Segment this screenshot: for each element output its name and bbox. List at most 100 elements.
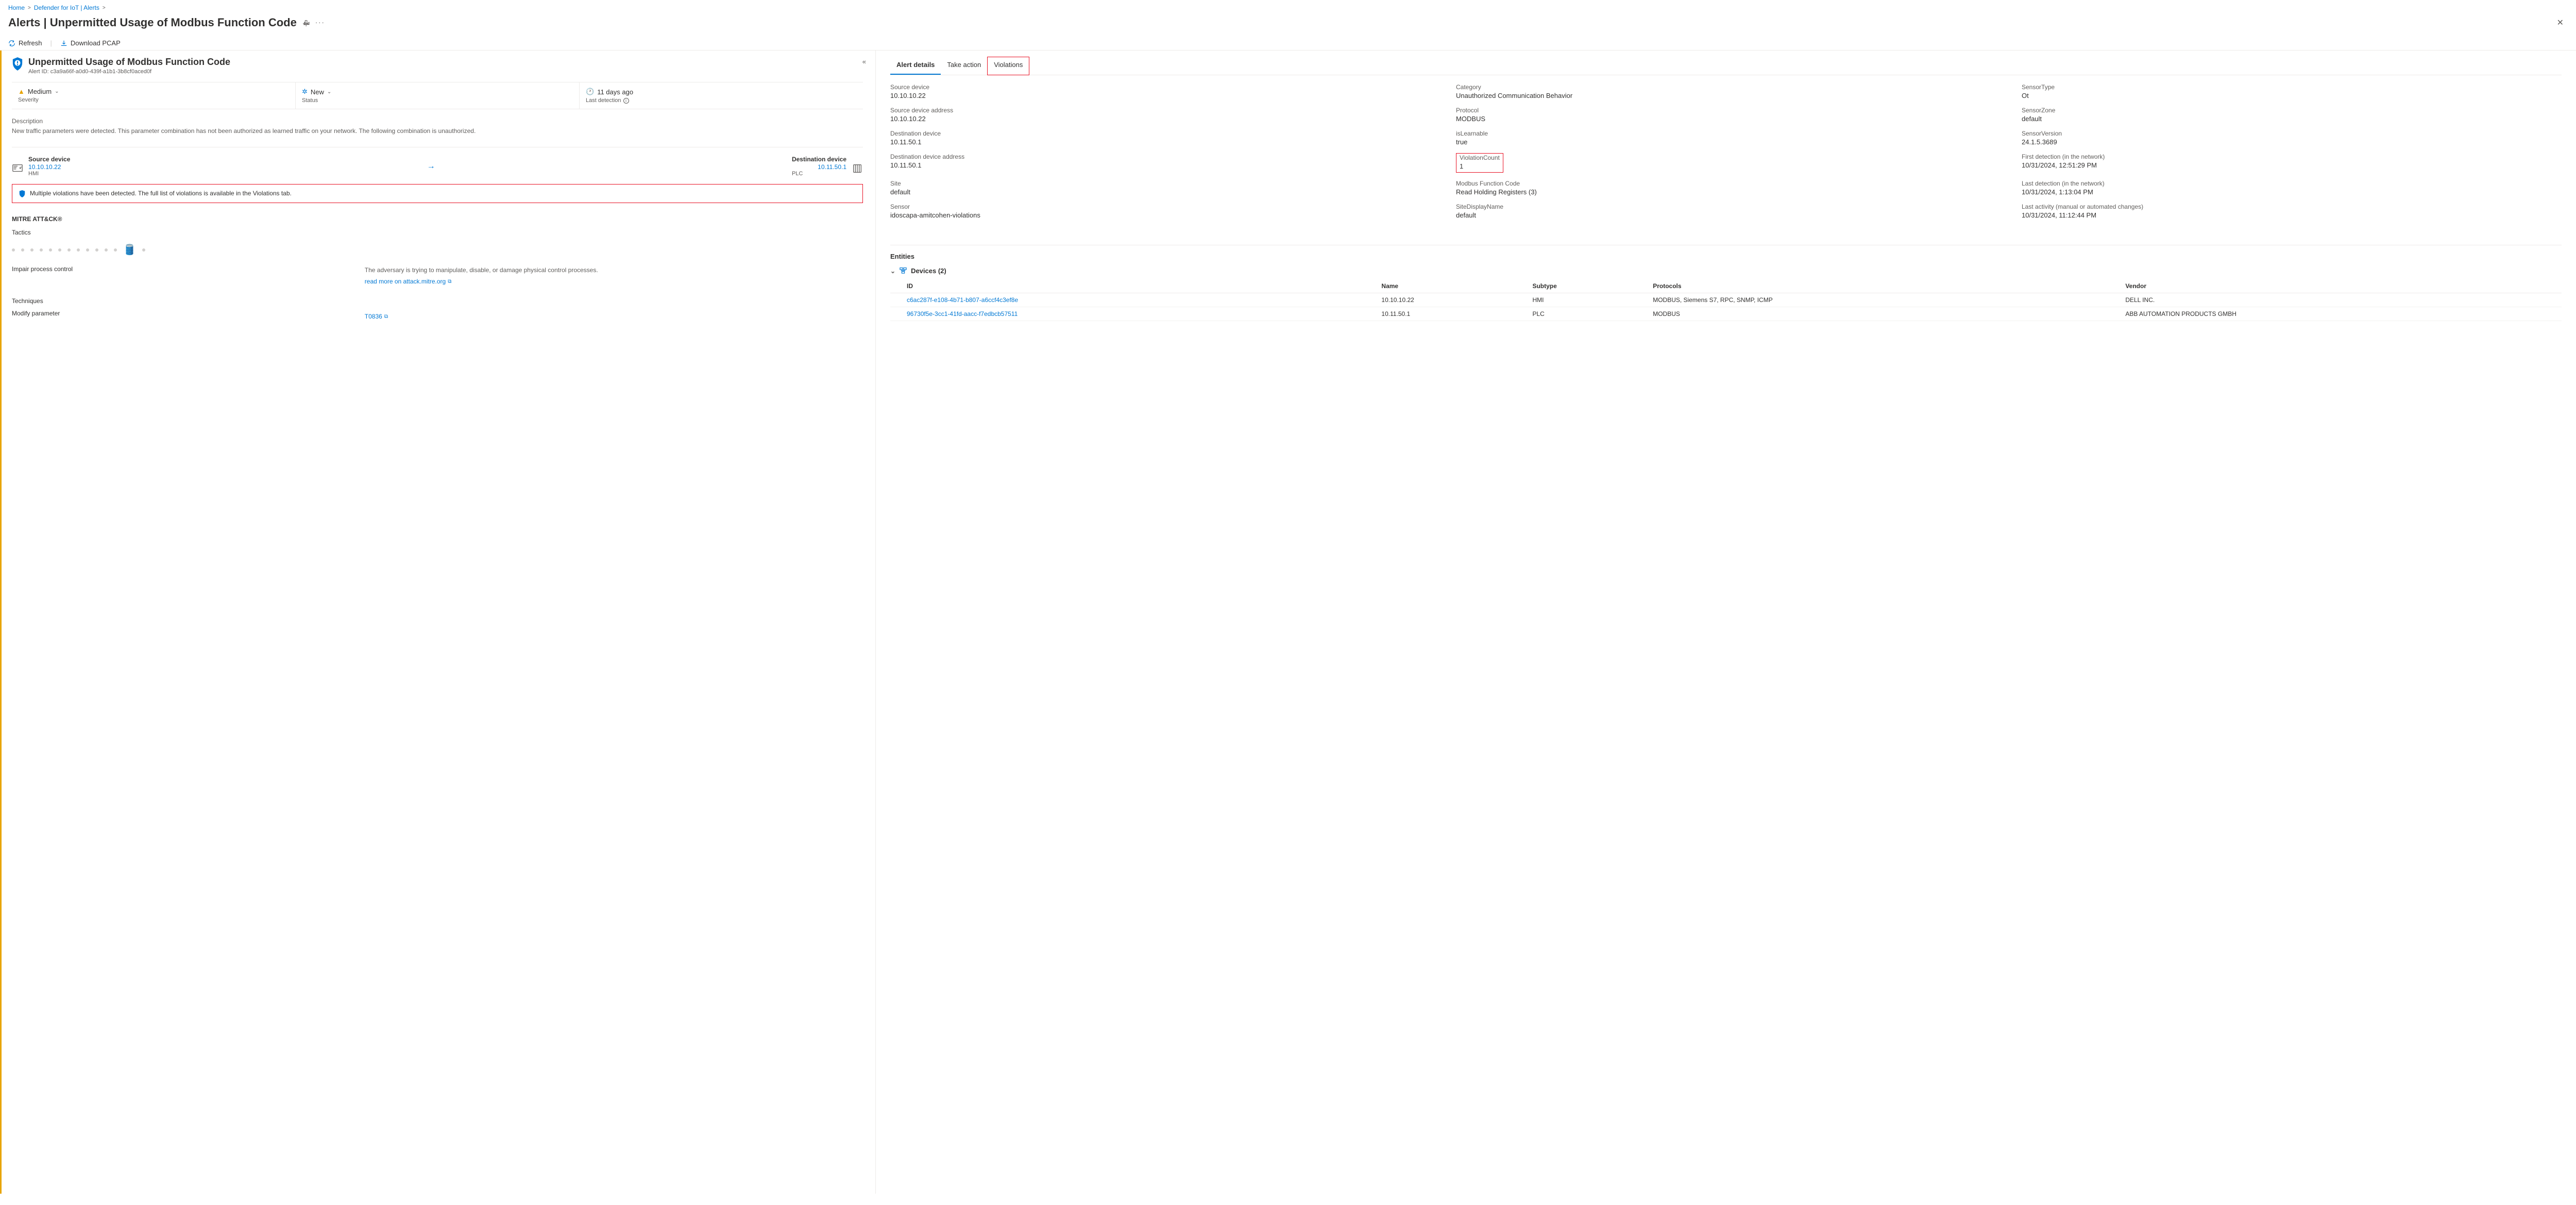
breadcrumb-home[interactable]: Home — [8, 4, 25, 11]
detail-modbus-function-code: Modbus Function CodeRead Holding Registe… — [1456, 180, 1996, 196]
tab-alert-details[interactable]: Alert details — [890, 57, 941, 75]
dest-ip[interactable]: 10.11.50.1 — [818, 163, 846, 171]
col-subtype[interactable]: Subtype — [1528, 279, 1649, 293]
detail-first-detection-in-the-network-: First detection (in the network)10/31/20… — [2022, 153, 2562, 173]
detail-last-detection-in-the-network-: Last detection (in the network)10/31/202… — [2022, 180, 2562, 196]
source-device-label: Source device — [28, 156, 70, 163]
severity-cell[interactable]: ▲Medium⌄ Severity — [12, 82, 296, 109]
detail-destination-device-address: Destination device address10.11.50.1 — [890, 153, 1430, 173]
status-row: ▲Medium⌄ Severity ✲New⌄ Status 🕐11 days … — [12, 82, 863, 109]
destination-device[interactable]: Destination device 10.11.50.1 PLC — [792, 156, 863, 177]
col-name[interactable]: Name — [1377, 279, 1528, 293]
page-title: Alerts | Unpermitted Usage of Modbus Fun… — [8, 16, 297, 29]
chevron-right-icon: > — [28, 5, 31, 11]
more-icon[interactable]: ··· — [315, 19, 325, 27]
detail-protocol: ProtocolMODBUS — [1456, 107, 1996, 123]
tactic-dot — [67, 248, 71, 252]
details-grid: Source device10.10.10.22 CategoryUnauthor… — [890, 83, 2562, 219]
arrow-right-icon: → — [427, 162, 435, 171]
external-link-icon: ⧉ — [448, 278, 451, 286]
left-pane: Unpermitted Usage of Modbus Function Cod… — [0, 51, 876, 1194]
source-ip[interactable]: 10.10.10.22 — [28, 163, 61, 171]
tab-take-action[interactable]: Take action — [941, 57, 987, 75]
source-type: HMI — [28, 171, 70, 177]
detail-sensorversion: SensorVersion24.1.5.3689 — [2022, 130, 2562, 146]
tactic-dot — [142, 248, 145, 252]
status-icon: ✲ — [302, 88, 308, 96]
status-value: New — [311, 88, 324, 96]
tactic-dot — [12, 248, 15, 252]
detail-islearnable: isLearnabletrue — [1456, 130, 1996, 146]
techniques-label: Techniques — [12, 297, 863, 305]
tactic-dot — [114, 248, 117, 252]
entities-table: IDNameSubtypeProtocolsVendor c6ac287f-e1… — [890, 279, 2562, 321]
tab-violations[interactable]: Violations — [987, 57, 1029, 75]
status-cell[interactable]: ✲New⌄ Status — [296, 82, 580, 109]
tabs: Alert details Take action Violations — [890, 57, 2562, 75]
col-protocols[interactable]: Protocols — [1649, 279, 2121, 293]
separator: | — [50, 39, 52, 47]
detection-cell: 🕐11 days ago Last detection i — [580, 82, 863, 109]
tactic-dot — [58, 248, 61, 252]
chevron-down-icon: ⌄ — [55, 89, 59, 94]
tactic-dot — [77, 248, 80, 252]
close-icon[interactable]: ✕ — [2553, 15, 2568, 30]
detail-source-device: Source device10.10.10.22 — [890, 83, 1430, 99]
entity-id-link[interactable]: c6ac287f-e108-4b71-b807-a6ccf4c3ef8e — [907, 296, 1018, 304]
alert-title: Unpermitted Usage of Modbus Function Cod… — [28, 57, 230, 68]
pin-icon[interactable] — [303, 19, 310, 27]
col-id[interactable]: ID — [890, 279, 1377, 293]
collapse-icon[interactable]: « — [862, 58, 866, 65]
detail-destination-device: Destination device10.11.50.1 — [890, 130, 1430, 146]
chevron-down-icon[interactable]: ⌄ — [890, 267, 895, 275]
source-device[interactable]: Source device 10.10.10.22 HMI — [12, 156, 70, 177]
hmi-icon — [12, 163, 23, 174]
breadcrumb: Home > Defender for IoT | Alerts > — [0, 0, 2576, 13]
title-bar: Alerts | Unpermitted Usage of Modbus Fun… — [0, 13, 2576, 36]
plc-icon — [852, 163, 863, 174]
tactic-dot — [86, 248, 89, 252]
tactic-dot — [30, 248, 33, 252]
chevron-right-icon: > — [103, 5, 106, 11]
clock-icon: 🕐 — [586, 88, 594, 96]
device-flow: Source device 10.10.10.22 HMI → Destinat… — [12, 147, 863, 177]
tactic-dot — [49, 248, 52, 252]
detail-category: CategoryUnauthorized Communication Behav… — [1456, 83, 1996, 99]
tactic-name: Impair process control — [12, 265, 352, 286]
violations-warning-box: Multiple violations have been detected. … — [12, 184, 863, 203]
right-pane: Alert details Take action Violations Sou… — [876, 51, 2576, 1194]
mitre-title: MITRE ATT&CK® — [12, 215, 863, 223]
tactic-dot — [40, 248, 43, 252]
detail-source-device-address: Source device address10.10.10.22 — [890, 107, 1430, 123]
entities-title: Entities — [890, 245, 2562, 260]
mitre-link[interactable]: read more on attack.mitre.org ⧉ — [365, 277, 452, 286]
impair-process-icon[interactable]: 🛢️ — [123, 243, 136, 256]
tactic-dot — [21, 248, 24, 252]
dest-device-label: Destination device — [792, 156, 846, 163]
detail-sensortype: SensorTypeOt — [2022, 83, 2562, 99]
alert-id: Alert ID: c3a9a66f-a0d0-439f-a1b1-3b8cf0… — [28, 69, 230, 75]
download-pcap-button[interactable]: Download PCAP — [60, 39, 121, 47]
technique-link[interactable]: T0836 ⧉ — [365, 312, 388, 321]
devices-icon — [900, 266, 907, 275]
severity-label: Severity — [18, 97, 289, 103]
severity-value: Medium — [28, 88, 52, 95]
entity-id-link[interactable]: 96730f5e-3cc1-41fd-aacc-f7edbcb57511 — [907, 310, 1018, 317]
detail-sensorzone: SensorZonedefault — [2022, 107, 2562, 123]
breadcrumb-defender[interactable]: Defender for IoT | Alerts — [34, 4, 99, 11]
dest-type: PLC — [792, 171, 846, 177]
detection-label: Last detection — [586, 97, 621, 104]
refresh-button[interactable]: Refresh — [8, 39, 42, 47]
tactic-desc: The adversary is trying to manipulate, d… — [365, 265, 863, 275]
chevron-down-icon: ⌄ — [327, 89, 331, 95]
tactic-dot — [95, 248, 98, 252]
refresh-label: Refresh — [19, 39, 42, 47]
col-vendor[interactable]: Vendor — [2121, 279, 2562, 293]
table-row[interactable]: c6ac287f-e108-4b71-b807-a6ccf4c3ef8e10.1… — [890, 293, 2562, 307]
status-label: Status — [302, 97, 573, 104]
info-icon[interactable]: i — [623, 98, 629, 104]
table-row[interactable]: 96730f5e-3cc1-41fd-aacc-f7edbcb5751110.1… — [890, 307, 2562, 321]
entities-group-row[interactable]: ⌄ Devices (2) — [890, 266, 2562, 275]
warning-icon: ▲ — [18, 88, 25, 95]
detail-sitedisplayname: SiteDisplayNamedefault — [1456, 203, 1996, 219]
